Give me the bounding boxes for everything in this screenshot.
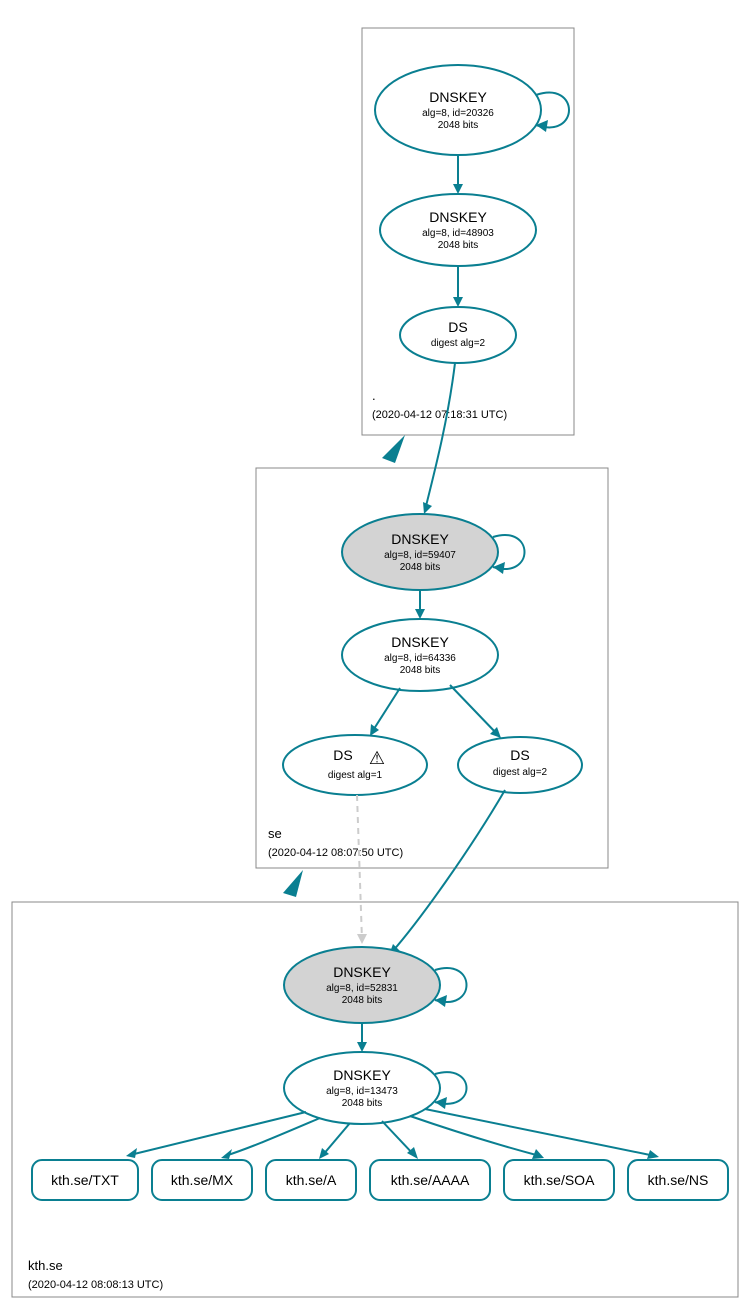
svg-text:DS: DS <box>510 747 529 763</box>
edge-root-ds-se-ksk <box>425 363 455 510</box>
svg-text:DNSKEY: DNSKEY <box>429 209 487 225</box>
svg-text:alg=8, id=20326: alg=8, id=20326 <box>422 108 494 119</box>
svg-text:digest alg=1: digest alg=1 <box>328 770 383 781</box>
svg-text:alg=8, id=52831: alg=8, id=52831 <box>326 983 398 994</box>
svg-text:kth.se/NS: kth.se/NS <box>648 1172 709 1188</box>
svg-text:DS: DS <box>448 319 467 335</box>
edge-se-zsk-ds1 <box>372 688 400 732</box>
svg-text:2048 bits: 2048 bits <box>400 562 441 573</box>
svg-text:digest alg=2: digest alg=2 <box>493 767 548 778</box>
zone-name-se: se <box>268 826 282 841</box>
svg-text:alg=8, id=48903: alg=8, id=48903 <box>422 228 494 239</box>
zone-ts-root: (2020-04-12 07:18:31 UTC) <box>372 409 507 421</box>
svg-text:kth.se/A: kth.se/A <box>286 1172 337 1188</box>
svg-text:alg=8, id=64336: alg=8, id=64336 <box>384 653 456 664</box>
node-root-ksk: DNSKEY alg=8, id=20326 2048 bits <box>375 65 541 155</box>
svg-text:digest alg=2: digest alg=2 <box>431 338 486 349</box>
svg-text:2048 bits: 2048 bits <box>400 665 441 676</box>
delegation-se-to-kth <box>283 870 303 897</box>
node-root-zsk: DNSKEY alg=8, id=48903 2048 bits <box>380 194 536 266</box>
leaf-txt: kth.se/TXT <box>32 1160 138 1200</box>
node-kth-zsk: DNSKEY alg=8, id=13473 2048 bits <box>284 1052 440 1124</box>
dnssec-graph: . (2020-04-12 07:18:31 UTC) se (2020-04-… <box>0 0 751 1299</box>
node-se-ksk: DNSKEY alg=8, id=59407 2048 bits <box>342 514 498 590</box>
svg-text:alg=8, id=13473: alg=8, id=13473 <box>326 1086 398 1097</box>
delegation-root-to-se <box>382 435 405 463</box>
node-se-ds1: DS ⚠ digest alg=1 <box>283 735 427 795</box>
svg-text:DNSKEY: DNSKEY <box>391 634 449 650</box>
leaf-mx: kth.se/MX <box>152 1160 252 1200</box>
edge-se-ds2-kth-ksk <box>392 790 505 952</box>
leaf-a: kth.se/A <box>266 1160 356 1200</box>
leaf-soa: kth.se/SOA <box>504 1160 614 1200</box>
svg-text:kth.se/AAAA: kth.se/AAAA <box>391 1172 470 1188</box>
zone-name-root: . <box>372 388 376 403</box>
svg-text:DNSKEY: DNSKEY <box>391 531 449 547</box>
svg-text:2048 bits: 2048 bits <box>342 1098 383 1109</box>
edge-se-zsk-ds2 <box>450 685 498 735</box>
svg-text:2048 bits: 2048 bits <box>342 995 383 1006</box>
node-kth-ksk: DNSKEY alg=8, id=52831 2048 bits <box>284 947 440 1023</box>
node-se-ds2: DS digest alg=2 <box>458 737 582 793</box>
svg-text:kth.se/SOA: kth.se/SOA <box>524 1172 595 1188</box>
node-root-ds: DS digest alg=2 <box>400 307 516 363</box>
svg-text:DNSKEY: DNSKEY <box>333 964 391 980</box>
svg-text:2048 bits: 2048 bits <box>438 240 479 251</box>
svg-text:kth.se/MX: kth.se/MX <box>171 1172 234 1188</box>
edge-zsk-soa <box>410 1116 540 1156</box>
warning-icon: ⚠ <box>369 748 385 768</box>
edge-zsk-txt <box>130 1112 306 1155</box>
svg-text:DS: DS <box>333 747 352 763</box>
leaf-aaaa: kth.se/AAAA <box>370 1160 490 1200</box>
svg-text:alg=8, id=59407: alg=8, id=59407 <box>384 550 456 561</box>
edge-zsk-mx <box>225 1118 320 1156</box>
svg-text:kth.se/TXT: kth.se/TXT <box>51 1172 119 1188</box>
node-se-zsk: DNSKEY alg=8, id=64336 2048 bits <box>342 619 498 691</box>
zone-ts-kth: (2020-04-12 08:08:13 UTC) <box>28 1279 163 1291</box>
svg-text:DNSKEY: DNSKEY <box>429 89 487 105</box>
edge-zsk-a <box>322 1123 350 1156</box>
zone-ts-se: (2020-04-12 08:07:50 UTC) <box>268 847 403 859</box>
zone-name-kth: kth.se <box>28 1258 63 1273</box>
svg-text:DNSKEY: DNSKEY <box>333 1067 391 1083</box>
svg-text:2048 bits: 2048 bits <box>438 120 479 131</box>
leaf-ns: kth.se/NS <box>628 1160 728 1200</box>
